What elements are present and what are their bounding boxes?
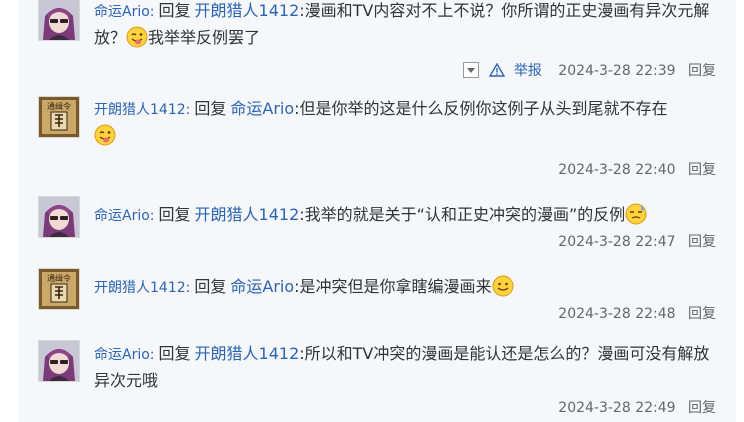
notice-avatar-icon: 通缉令 [39, 269, 79, 309]
reply-text: :但是你举的这是什么反例你这例子从头到尾就不存在 [294, 99, 668, 118]
username-link[interactable]: 命运Ario [94, 347, 150, 363]
username-link[interactable]: 开朗猎人1412 [94, 102, 186, 118]
warning-icon [489, 63, 506, 77]
reply-target-link[interactable]: 开朗猎人1412 [195, 344, 300, 363]
reply-target-link[interactable]: 开朗猎人1412 [195, 205, 300, 224]
reply-text-tail: 我举举反例罢了 [148, 28, 261, 47]
reply-button[interactable]: 回复 [688, 63, 716, 79]
timestamp: 2024-3-28 22:47 [558, 234, 676, 250]
avatar[interactable] [38, 196, 80, 238]
timestamp: 2024-3-28 22:48 [558, 306, 676, 322]
reply-word: 回复 [194, 277, 227, 296]
smile-emoji-icon [492, 275, 514, 297]
tongue-emoji-icon [94, 124, 116, 146]
reply-target-link[interactable]: 命运Ario [230, 99, 294, 118]
anime-avatar-icon [39, 197, 79, 237]
notice-avatar-icon: 通缉令 [39, 97, 79, 137]
timestamp: 2024-3-28 22:49 [558, 400, 676, 416]
anime-avatar-icon [39, 0, 79, 40]
reply-target-link[interactable]: 开朗猎人1412 [195, 1, 300, 20]
username-link[interactable]: 命运Ario [94, 4, 150, 20]
reply-button[interactable]: 回复 [688, 162, 716, 178]
tongue-emoji-icon [126, 26, 148, 48]
report-link[interactable]: 举报 [514, 63, 542, 79]
timestamp: 2024-3-28 22:40 [558, 162, 676, 178]
reply-list: 命运Ario: 回复 开朗猎人1412:漫画和TV内容对不上不说？你所谓的正史漫画有… [18, 0, 736, 422]
reply-button[interactable]: 回复 [688, 234, 716, 250]
sweat-emoji-icon [625, 203, 647, 225]
reply-word: 回复 [158, 344, 191, 363]
avatar[interactable]: 通缉令 [38, 268, 80, 310]
username-link[interactable]: 开朗猎人1412 [94, 280, 186, 296]
reply-text: :是冲突但是你拿瞎编漫画来 [294, 277, 492, 296]
reply-word: 回复 [158, 1, 191, 20]
reply-button[interactable]: 回复 [688, 306, 716, 322]
avatar[interactable]: 通缉令 [38, 96, 80, 138]
more-dropdown[interactable] [462, 62, 479, 78]
reply-word: 回复 [194, 99, 227, 118]
avatar[interactable] [38, 340, 80, 382]
reply-word: 回复 [158, 205, 191, 224]
reply-button[interactable]: 回复 [688, 400, 716, 416]
svg-text:通缉令: 通缉令 [47, 273, 71, 283]
timestamp: 2024-3-28 22:39 [558, 63, 676, 79]
reply-target-link[interactable]: 命运Ario [230, 277, 294, 296]
username-link[interactable]: 命运Ario [94, 208, 150, 224]
svg-text:通缉令: 通缉令 [47, 101, 71, 111]
avatar[interactable] [38, 0, 80, 41]
reply-text: :我举的就是关于“认和正史冲突的漫画”的反例 [299, 205, 626, 224]
anime-avatar-icon [39, 341, 79, 381]
